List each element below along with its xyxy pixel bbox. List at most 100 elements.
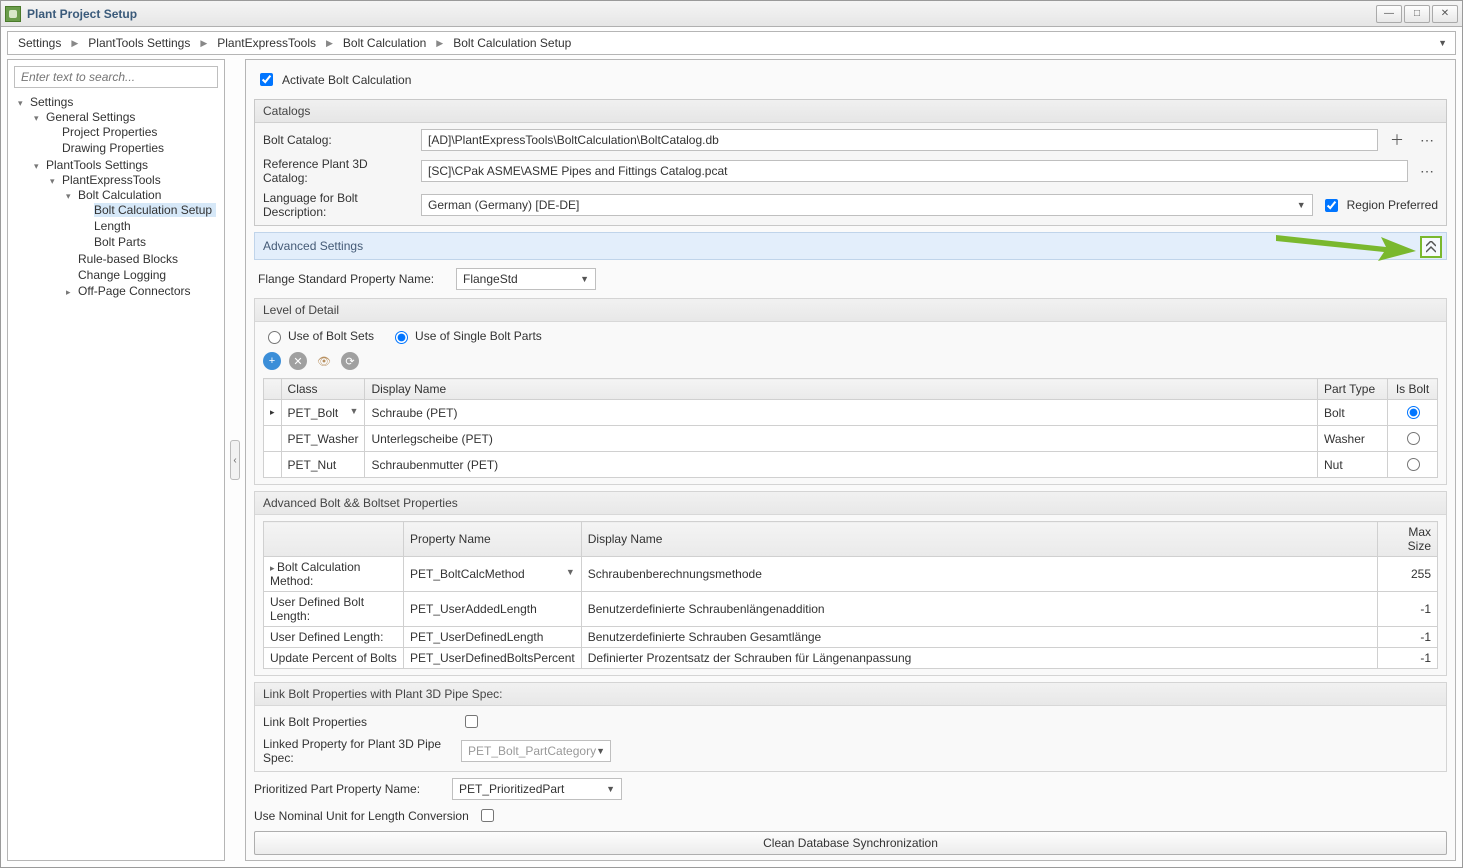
table-row[interactable]: PET_Washer Unterlegscheibe (PET) Washer [264,426,1438,452]
expand-icon[interactable]: ▾ [34,113,44,124]
table-row[interactable]: ▸ PET_Bolt ▼ Schraube (PET) Bolt [264,400,1438,426]
level-of-detail-group: Level of Detail Use of Bolt Sets Use of … [254,298,1447,485]
col-display[interactable]: Display Name [365,379,1318,400]
link-props-group: Link Bolt Properties with Plant 3D Pipe … [254,682,1447,772]
expand-icon[interactable]: ▾ [66,191,76,202]
table-row[interactable]: Update Percent of Bolts PET_UserDefinedB… [264,648,1438,669]
tree-rule-blocks[interactable]: Rule-based Blocks [78,252,178,266]
nominal-label: Use Nominal Unit for Length Conversion [254,809,469,823]
maximize-button[interactable]: □ [1404,5,1430,23]
tree-drawing-props[interactable]: Drawing Properties [62,141,164,155]
flange-combo[interactable]: FlangeStd ▼ [456,268,596,290]
region-preferred-label: Region Preferred [1347,198,1438,212]
col-display2[interactable]: Display Name [581,522,1377,557]
isbolt-radio[interactable] [1407,458,1420,471]
tree-project-props[interactable]: Project Properties [62,125,157,139]
col-propname[interactable]: Property Name [404,522,582,557]
add-catalog-icon[interactable]: ＋ [1386,129,1408,151]
lang-combo[interactable]: German (Germany) [DE-DE] ▼ [421,194,1313,216]
col-parttype[interactable]: Part Type [1318,379,1388,400]
browse-catalog-icon[interactable]: ⋯ [1416,129,1438,151]
link-bolt-label: Link Bolt Properties [263,715,453,729]
crumb-3[interactable]: Bolt Calculation [339,36,430,50]
col-maxsize[interactable]: Max Size [1378,522,1438,557]
clean-db-button[interactable]: Clean Database Synchronization [254,831,1447,855]
prioritized-combo[interactable]: PET_PrioritizedPart ▼ [452,778,622,800]
table-row[interactable]: User Defined Length: PET_UserDefinedLeng… [264,627,1438,648]
chevron-down-icon[interactable]: ▼ [566,567,575,577]
advanced-settings-title: Advanced Settings [263,239,363,253]
breadcrumb: Settings ▶ PlantTools Settings ▶ PlantEx… [7,31,1456,55]
link-bolt-checkbox[interactable] [465,715,478,728]
search-input[interactable] [14,66,218,88]
collapse-advanced-button[interactable] [1420,236,1442,258]
chevron-right-icon: ▶ [65,38,84,49]
col-class[interactable]: Class [281,379,365,400]
radio-single-parts[interactable]: Use of Single Bolt Parts [390,328,542,344]
crumb-1[interactable]: PlantTools Settings [84,36,194,50]
lang-label: Language for Bolt Description: [263,191,413,219]
advanced-settings-header: Advanced Settings [254,232,1447,260]
table-row[interactable]: ▸ Bolt Calculation Method: PET_BoltCalcM… [264,557,1438,592]
tree-pet[interactable]: PlantExpressTools [62,173,161,187]
col-isbolt[interactable]: Is Bolt [1388,379,1438,400]
lod-header: Level of Detail [255,299,1446,322]
refresh-icon[interactable]: ⟳ [341,352,359,370]
chevron-down-icon[interactable]: ▼ [350,406,359,416]
breadcrumb-dropdown-icon[interactable]: ▼ [1436,38,1449,48]
content-panel: Activate Bolt Calculation Catalogs Bolt … [245,59,1456,861]
radio-bolt-sets[interactable]: Use of Bolt Sets [263,328,374,344]
bolt-catalog-input[interactable]: [AD]\PlantExpressTools\BoltCalculation\B… [421,129,1378,151]
sidebar: ▾Settings ▾General Settings Project Prop… [7,59,225,861]
crumb-4[interactable]: Bolt Calculation Setup [449,36,575,50]
titlebar: Plant Project Setup — □ ✕ [1,1,1462,27]
expand-icon[interactable]: ▾ [18,98,28,109]
flange-label: Flange Standard Property Name: [258,272,448,286]
ref-catalog-input[interactable]: [SC]\CPak ASME\ASME Pipes and Fittings C… [421,160,1408,182]
activate-checkbox[interactable] [260,73,273,86]
tree-general[interactable]: General Settings [46,110,135,124]
splitter-handle-icon[interactable]: ‹ [230,440,240,480]
tree-planttools[interactable]: PlantTools Settings [46,158,148,172]
prioritized-label: Prioritized Part Property Name: [254,782,444,796]
callout-arrow-icon [1276,227,1416,261]
tree-offpage[interactable]: Off-Page Connectors [78,284,191,298]
linked-prop-combo: PET_Bolt_PartCategory ▼ [461,740,611,762]
minimize-button[interactable]: — [1376,5,1402,23]
close-button[interactable]: ✕ [1432,5,1458,23]
props-header: Advanced Bolt && Boltset Properties [255,492,1446,515]
lod-table: Class Display Name Part Type Is Bolt ▸ P… [263,378,1438,478]
app-window: Plant Project Setup — □ ✕ Settings ▶ Pla… [0,0,1463,868]
table-row[interactable]: User Defined Bolt Length: PET_UserAddedL… [264,592,1438,627]
tree-settings[interactable]: Settings [30,95,73,109]
advanced-props-group: Advanced Bolt && Boltset Properties Prop… [254,491,1447,676]
add-row-icon[interactable]: + [263,352,281,370]
view-icon[interactable]: 👁 [315,352,333,370]
splitter[interactable]: ‹ [229,59,241,861]
row-indicator-icon: ▸ [264,400,282,426]
app-icon [5,6,21,22]
table-row[interactable]: PET_Nut Schraubenmutter (PET) Nut [264,452,1438,478]
isbolt-radio[interactable] [1407,406,1420,419]
chevron-down-icon: ▼ [606,784,615,794]
catalogs-group: Catalogs Bolt Catalog: [AD]\PlantExpress… [254,99,1447,226]
tree-length[interactable]: Length [94,219,131,233]
expand-icon[interactable]: ▾ [34,161,44,172]
crumb-0[interactable]: Settings [14,36,65,50]
delete-row-icon[interactable]: ✕ [289,352,307,370]
expand-icon[interactable]: ▾ [50,176,60,187]
tree-bolt-parts[interactable]: Bolt Parts [94,235,146,249]
expand-icon[interactable]: ▸ [66,287,76,298]
lod-toolbar: + ✕ 👁 ⟳ [263,350,1438,372]
chevron-down-icon: ▼ [1297,200,1306,210]
main-area: ▾Settings ▾General Settings Project Prop… [1,59,1462,867]
nominal-checkbox[interactable] [481,809,494,822]
isbolt-radio[interactable] [1407,432,1420,445]
region-preferred-checkbox[interactable] [1325,199,1338,212]
tree-bolt-calc-setup[interactable]: Bolt Calculation Setup [94,203,216,217]
link-header: Link Bolt Properties with Plant 3D Pipe … [255,683,1446,706]
browse-ref-icon[interactable]: ⋯ [1416,160,1438,182]
crumb-2[interactable]: PlantExpressTools [213,36,320,50]
tree-change-log[interactable]: Change Logging [78,268,166,282]
tree-bolt-calc[interactable]: Bolt Calculation [78,188,161,202]
